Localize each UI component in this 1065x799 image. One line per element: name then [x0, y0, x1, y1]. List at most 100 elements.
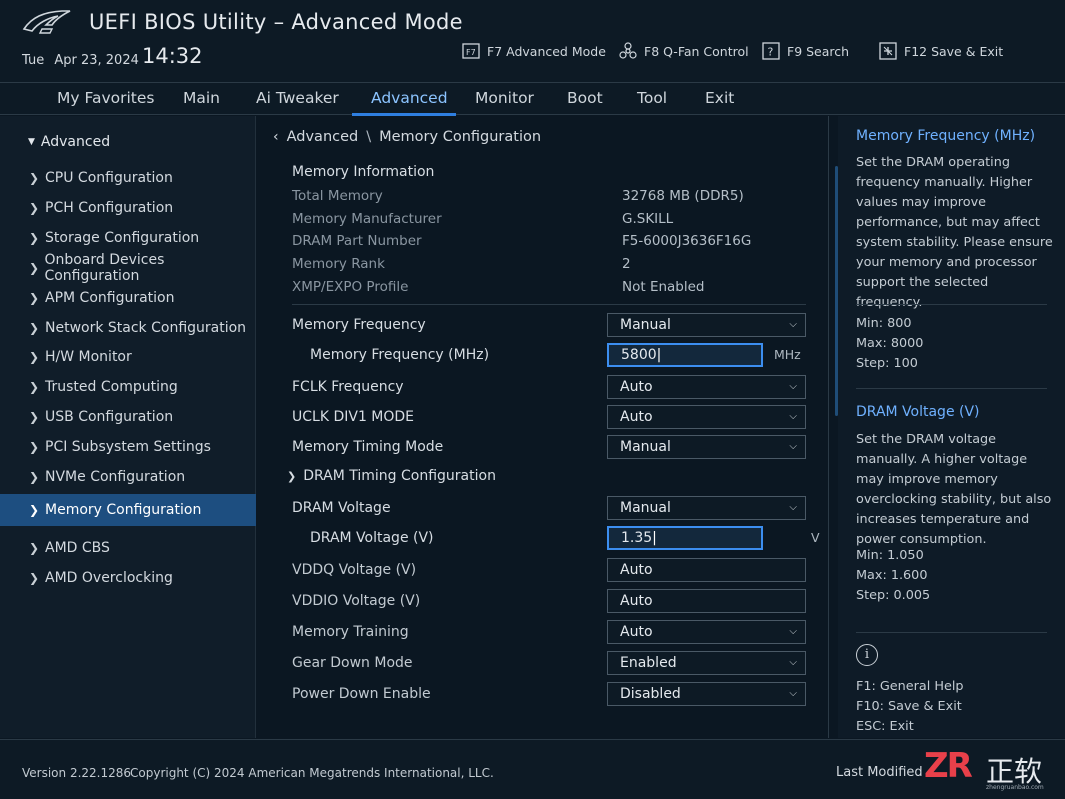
power-down-enable-select[interactable]: Disabled ⌵ [607, 682, 806, 706]
sidebar-item-label: Trusted Computing [45, 379, 178, 395]
memory-frequency-select[interactable]: Manual ⌵ [607, 313, 806, 337]
sidebar-item-network-stack[interactable]: ❯ Network Stack Configuration [0, 312, 256, 344]
select-value: Auto [620, 409, 653, 425]
app-title: UEFI BIOS Utility – Advanced Mode [89, 10, 463, 34]
chevron-right-icon: ❯ [29, 291, 40, 305]
memory-timing-mode-select[interactable]: Manual ⌵ [607, 435, 806, 459]
unit-label: MHz [774, 347, 801, 362]
chevron-right-icon: ❯ [29, 380, 40, 394]
chevron-right-icon: ❯ [29, 261, 40, 275]
setting-label: Memory Timing Mode [292, 439, 444, 455]
chevron-down-icon: ⌵ [789, 688, 797, 699]
last-modified-button[interactable]: Last Modified [836, 765, 923, 780]
sidebar-item-hw-monitor[interactable]: ❯ H/W Monitor [0, 341, 256, 373]
chevron-right-icon: ❯ [29, 231, 40, 245]
vddq-voltage-input[interactable]: Auto [607, 558, 806, 582]
help-volt-min: Min: 1.050 [856, 548, 924, 563]
sidebar-item-label: Onboard Devices Configuration [44, 252, 165, 284]
copyright-label: Copyright (C) 2024 American Megatrends I… [130, 766, 494, 780]
help-desc-frequency: Set the DRAM operating frequency manuall… [856, 155, 1053, 310]
sidebar-item-amd-overclocking[interactable]: ❯ AMD Overclocking [0, 562, 256, 594]
chevron-down-icon: ⌵ [789, 626, 797, 637]
breadcrumb: ‹ Advanced \ Memory Configuration [273, 129, 541, 145]
save-exit-hotkey[interactable]: F12 Save & Exit [879, 42, 1003, 60]
dram-timing-configuration-link[interactable]: ❯ DRAM Timing Configuration [287, 468, 496, 484]
breadcrumb-parent[interactable]: Advanced [287, 129, 359, 145]
help-divider [856, 304, 1047, 305]
vddio-voltage-input[interactable]: Auto [607, 589, 806, 613]
tab-main[interactable]: Main [183, 89, 220, 107]
tab-boot[interactable]: Boot [567, 89, 603, 107]
sidebar-item-memory-configuration[interactable]: ❯ Memory Configuration [0, 494, 256, 526]
sidebar-item-apm-configuration[interactable]: ❯ APM Configuration [0, 282, 256, 314]
sidebar-item-label: CPU Configuration [45, 170, 173, 186]
back-chevron-icon[interactable]: ‹ [273, 129, 279, 145]
dram-voltage-select[interactable]: Manual ⌵ [607, 496, 806, 520]
tab-tool[interactable]: Tool [637, 89, 667, 107]
sidebar-item-pch-configuration[interactable]: ❯ PCH Configuration [0, 192, 256, 224]
main-panel: ‹ Advanced \ Memory Configuration Memory… [257, 116, 838, 738]
chevron-right-icon: ❯ [29, 541, 40, 555]
setting-label: Memory Frequency [292, 317, 426, 333]
chevron-right-icon: ❯ [29, 410, 40, 424]
sidebar-item-storage-configuration[interactable]: ❯ Storage Configuration [0, 222, 256, 254]
info-icon: i [856, 644, 878, 666]
breadcrumb-current: Memory Configuration [379, 129, 542, 145]
qfan-control-hotkey[interactable]: F8 Q-Fan Control [619, 42, 749, 60]
chevron-right-icon: ❯ [29, 503, 40, 517]
input-value: 5800 [621, 347, 657, 363]
rog-logo-icon [22, 10, 71, 34]
input-value: Auto [620, 562, 653, 578]
date-label: Apr 23, 2024 [54, 53, 139, 68]
advanced-mode-hotkey[interactable]: F7 F7 Advanced Mode [462, 42, 606, 60]
dram-voltage-input[interactable]: 1.35| [607, 526, 763, 550]
sidebar-item-label: Storage Configuration [45, 230, 200, 246]
svg-text:?: ? [768, 46, 774, 59]
setting-label: Power Down Enable [292, 686, 431, 702]
chevron-right-icon: ❯ [29, 571, 40, 585]
fclk-frequency-select[interactable]: Auto ⌵ [607, 375, 806, 399]
memory-training-select[interactable]: Auto ⌵ [607, 620, 806, 644]
tab-my-favorites[interactable]: My Favorites [57, 89, 155, 107]
sidebar: ▼ Advanced ❯ CPU Configuration ❯ PCH Confi… [0, 116, 256, 738]
sidebar-item-pci-subsystem[interactable]: ❯ PCI Subsystem Settings [0, 431, 256, 463]
watermark-url: zhengruanbao.com [986, 784, 1044, 791]
tab-monitor[interactable]: Monitor [475, 89, 534, 107]
search-icon: ? [762, 42, 780, 60]
setting-label: UCLK DIV1 MODE [292, 409, 415, 425]
tab-exit[interactable]: Exit [705, 89, 734, 107]
sidebar-item-amd-cbs[interactable]: ❯ AMD CBS [0, 532, 256, 564]
uclk-div1-mode-select[interactable]: Auto ⌵ [607, 405, 806, 429]
svg-text:F7: F7 [466, 48, 476, 57]
setting-label: VDDIO Voltage (V) [292, 593, 421, 609]
sidebar-item-label: Memory Configuration [45, 502, 202, 518]
setting-memory-training: Memory Training Auto ⌵ [292, 620, 822, 646]
info-value: 2 [622, 256, 631, 272]
sidebar-item-label: AMD CBS [45, 540, 110, 556]
sidebar-item-nvme-configuration[interactable]: ❯ NVMe Configuration [0, 461, 256, 493]
setting-memory-frequency: Memory Frequency Manual ⌵ [292, 313, 822, 339]
chevron-right-icon: ❯ [29, 440, 40, 454]
sidebar-item-label: Network Stack Configuration [45, 320, 247, 336]
select-value: Manual [620, 317, 671, 333]
setting-dram-voltage-v: DRAM Voltage (V) 1.35| V [292, 526, 822, 552]
sidebar-item-cpu-configuration[interactable]: ❯ CPU Configuration [0, 162, 256, 194]
info-value: G.SKILL [622, 211, 674, 227]
time-display[interactable]: 14:32 [142, 44, 203, 68]
sidebar-heading[interactable]: ▼ Advanced [28, 134, 110, 150]
memory-frequency-input[interactable]: 5800| [607, 343, 763, 367]
help-freq-max: Max: 8000 [856, 336, 924, 351]
help-desc-voltage: Set the DRAM voltage manually. A higher … [856, 432, 1052, 547]
select-value: Enabled [620, 655, 677, 671]
help-title-frequency: Memory Frequency (MHz) [856, 128, 1036, 144]
sidebar-item-onboard-devices[interactable]: ❯ Onboard Devices Configuration [0, 252, 256, 284]
chevron-down-icon: ⌵ [789, 381, 797, 392]
sidebar-item-label: NVMe Configuration [45, 469, 186, 485]
gear-down-mode-select[interactable]: Enabled ⌵ [607, 651, 806, 675]
search-hotkey[interactable]: ? F9 Search [762, 42, 849, 60]
sidebar-item-usb-configuration[interactable]: ❯ USB Configuration [0, 401, 256, 433]
tab-ai-tweaker[interactable]: Ai Tweaker [256, 89, 339, 107]
tab-advanced[interactable]: Advanced [371, 89, 448, 107]
sidebar-item-trusted-computing[interactable]: ❯ Trusted Computing [0, 371, 256, 403]
sidebar-heading-label: Advanced [40, 134, 111, 150]
